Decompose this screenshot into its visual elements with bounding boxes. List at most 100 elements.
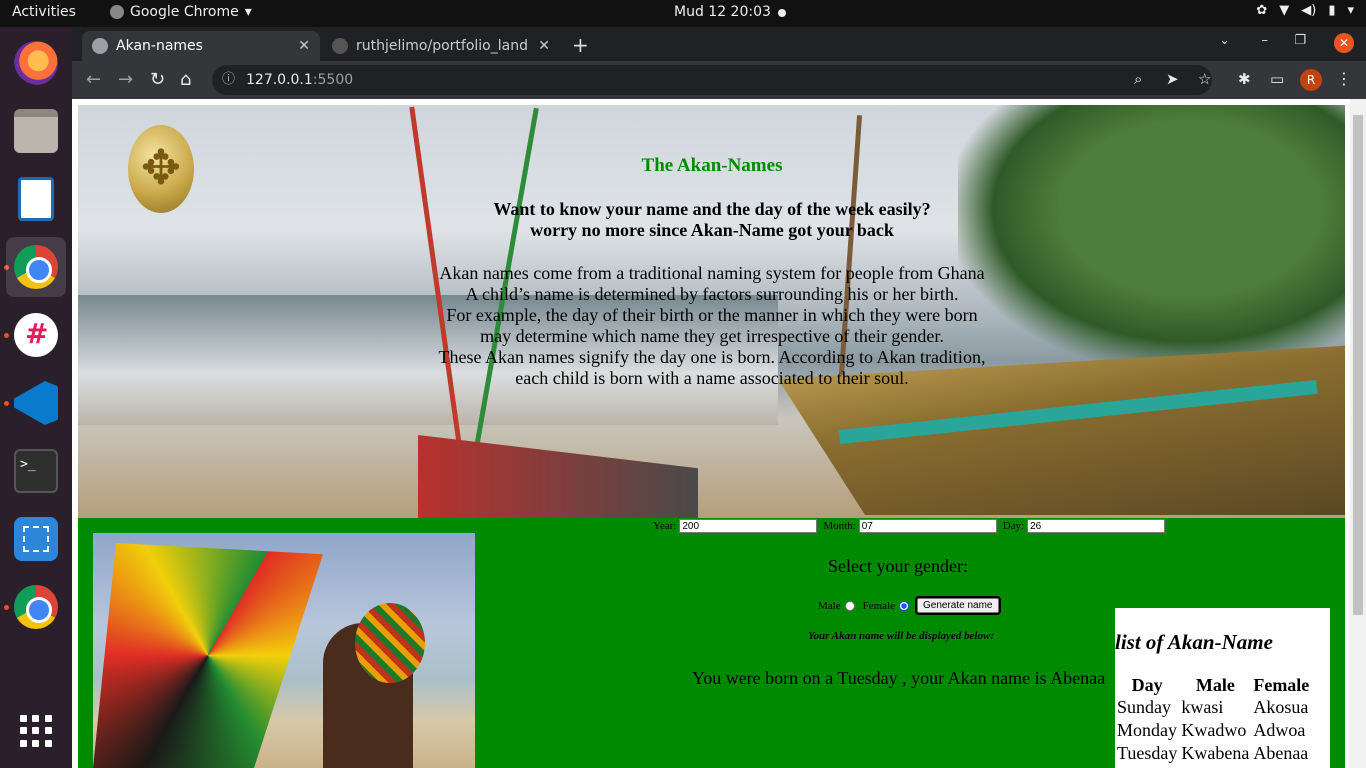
github-icon <box>332 38 348 54</box>
home-icon[interactable]: ⌂ <box>180 69 191 90</box>
tagline-line-2: worry no more since Akan-Name got your b… <box>530 220 894 240</box>
tab-portfolio[interactable]: ruthjelimo/portfolio_land ✕ <box>322 31 560 61</box>
browser-toolbar: ← → ↻ ⌂ ⓘ 127.0.0.1:5500 ⌕ ➤ ☆ ✱ ▭ R ⋮ <box>72 61 1366 99</box>
zoom-icon[interactable]: ⌕ <box>1134 70 1142 88</box>
tab-akan-names[interactable]: Akan-names ✕ <box>82 31 320 61</box>
site-info-icon[interactable]: ⓘ <box>222 65 235 95</box>
globe-icon <box>92 38 108 54</box>
dock-files[interactable] <box>6 101 66 161</box>
column-header: Female <box>1253 675 1310 695</box>
dock-firefox[interactable] <box>6 33 66 93</box>
system-tray[interactable]: ✿ ▼ ◀) ▮ ▾ <box>1256 3 1354 18</box>
new-tab-button[interactable]: + <box>572 33 589 57</box>
day-input[interactable] <box>1027 519 1166 533</box>
hero-palms <box>958 105 1345 365</box>
show-apps-icon[interactable] <box>20 715 52 747</box>
table-row: Tuesday Kwabena Abenaa <box>1115 742 1311 765</box>
year-label: Year: <box>653 520 677 532</box>
month-input[interactable] <box>858 519 997 533</box>
kente-scarf <box>93 543 323 768</box>
column-header: Male <box>1195 675 1235 695</box>
forward-arrow-icon[interactable]: → <box>118 69 133 90</box>
dock-slack[interactable] <box>6 305 66 365</box>
tab-search-icon[interactable]: ⌄ <box>1219 33 1230 48</box>
dock-screenshot[interactable] <box>6 509 66 569</box>
figure-headwrap <box>355 603 425 683</box>
display-note: Your Akan name will be displayed below: <box>808 630 994 642</box>
close-icon[interactable]: ✕ <box>298 38 310 54</box>
browser-window: Akan-names ✕ ruthjelimo/portfolio_land ✕… <box>72 27 1366 768</box>
tagline-line-1: Want to know your name and the day of th… <box>493 199 931 219</box>
gender-options: Male Female Generate name <box>818 596 1001 615</box>
tab-strip: Akan-names ✕ ruthjelimo/portfolio_land ✕… <box>72 27 1366 61</box>
writer-icon <box>18 177 54 221</box>
akan-names-table: Day Male Female Sunday kwasi Akosua Mond… <box>1115 675 1311 765</box>
male-radio[interactable] <box>844 600 855 611</box>
extensions-icon[interactable]: ✱ <box>1238 70 1251 88</box>
window-close-button[interactable]: ✕ <box>1334 33 1354 53</box>
volume-icon: ◀) <box>1301 3 1317 18</box>
dock-vscode[interactable] <box>6 373 66 433</box>
year-input[interactable] <box>679 519 818 533</box>
activities-button[interactable]: Activities <box>12 4 76 20</box>
day-label: Day: <box>1002 520 1025 532</box>
dock-terminal[interactable]: >_ <box>6 441 66 501</box>
terminal-icon: >_ <box>14 449 58 493</box>
dock: >_ <box>0 27 72 768</box>
maximize-button[interactable]: ❐ <box>1294 33 1306 48</box>
vscode-icon <box>14 381 58 425</box>
send-icon[interactable]: ➤ <box>1166 70 1179 88</box>
intro-line: A child’s name is determined by factors … <box>465 284 959 304</box>
table-header-row: Day Male Female <box>1115 675 1311 696</box>
dock-chrome-2[interactable] <box>6 577 66 637</box>
result-text: You were born on a Tuesday , your Akan n… <box>692 668 1106 688</box>
chevron-down-icon: ▾ <box>244 4 252 20</box>
tagline: Want to know your name and the day of th… <box>438 199 986 241</box>
dock-chrome[interactable] <box>6 237 66 297</box>
month-label: Month: <box>823 520 856 532</box>
page-title: The Akan-Names <box>641 155 783 176</box>
cast-icon[interactable]: ▭ <box>1270 70 1284 88</box>
chrome-small-icon <box>110 5 124 19</box>
chrome-icon <box>14 245 58 289</box>
reload-icon[interactable]: ↻ <box>150 69 165 90</box>
intro-line: may determine which name they get irresp… <box>480 326 944 346</box>
slack-icon <box>14 313 58 357</box>
table-cell: Abenaa <box>1253 743 1309 763</box>
app-menu[interactable]: Google Chrome ▾ <box>110 4 252 20</box>
firefox-icon <box>14 41 58 85</box>
minimize-button[interactable]: – <box>1262 33 1269 48</box>
table-cell: kwasi <box>1181 697 1224 717</box>
page-scrollbar[interactable] <box>1350 99 1366 768</box>
url-host: 127.0.0.1 <box>246 72 313 88</box>
battery-icon: ▮ <box>1328 3 1336 18</box>
clock[interactable]: Mud 12 20:03 <box>674 4 771 20</box>
gender-prompt: Select your gender: <box>828 556 968 576</box>
female-label: Female <box>862 599 895 612</box>
close-icon[interactable]: ✕ <box>538 38 550 54</box>
female-radio[interactable] <box>899 600 909 611</box>
url-port: :5500 <box>312 72 354 88</box>
table-cell: Adwoa <box>1253 720 1306 740</box>
male-label: Male <box>818 599 841 612</box>
more-menu-icon[interactable]: ⋮ <box>1336 69 1352 88</box>
intro-line: For example, the day of their birth or t… <box>446 305 978 325</box>
address-bar[interactable]: ⓘ 127.0.0.1:5500 <box>212 65 1212 95</box>
tab-title: Akan-names <box>116 38 203 54</box>
dock-writer[interactable] <box>6 169 66 229</box>
generate-name-button[interactable]: Generate name <box>915 596 1001 615</box>
screenshot-icon <box>14 517 58 561</box>
hero-text: The Akan-Names Want to know your name an… <box>438 155 986 389</box>
intro-line: each child is born with a name associate… <box>515 368 909 388</box>
back-arrow-icon[interactable]: ← <box>86 69 101 90</box>
scrollbar-thumb[interactable] <box>1353 115 1363 615</box>
table-cell: Tuesday <box>1117 743 1178 763</box>
table-title: list of Akan-Name <box>1115 630 1273 654</box>
profile-avatar[interactable]: R <box>1300 69 1322 91</box>
intro-paragraph: Akan names come from a traditional namin… <box>438 263 986 389</box>
bookmark-star-icon[interactable]: ☆ <box>1198 70 1211 88</box>
hero-banner: ✥ The Akan-Names Want to know your name … <box>78 105 1345 518</box>
gye-nyame-logo: ✥ <box>128 125 194 213</box>
woman-with-kente-image <box>93 533 475 768</box>
notification-dot-icon <box>778 9 786 17</box>
